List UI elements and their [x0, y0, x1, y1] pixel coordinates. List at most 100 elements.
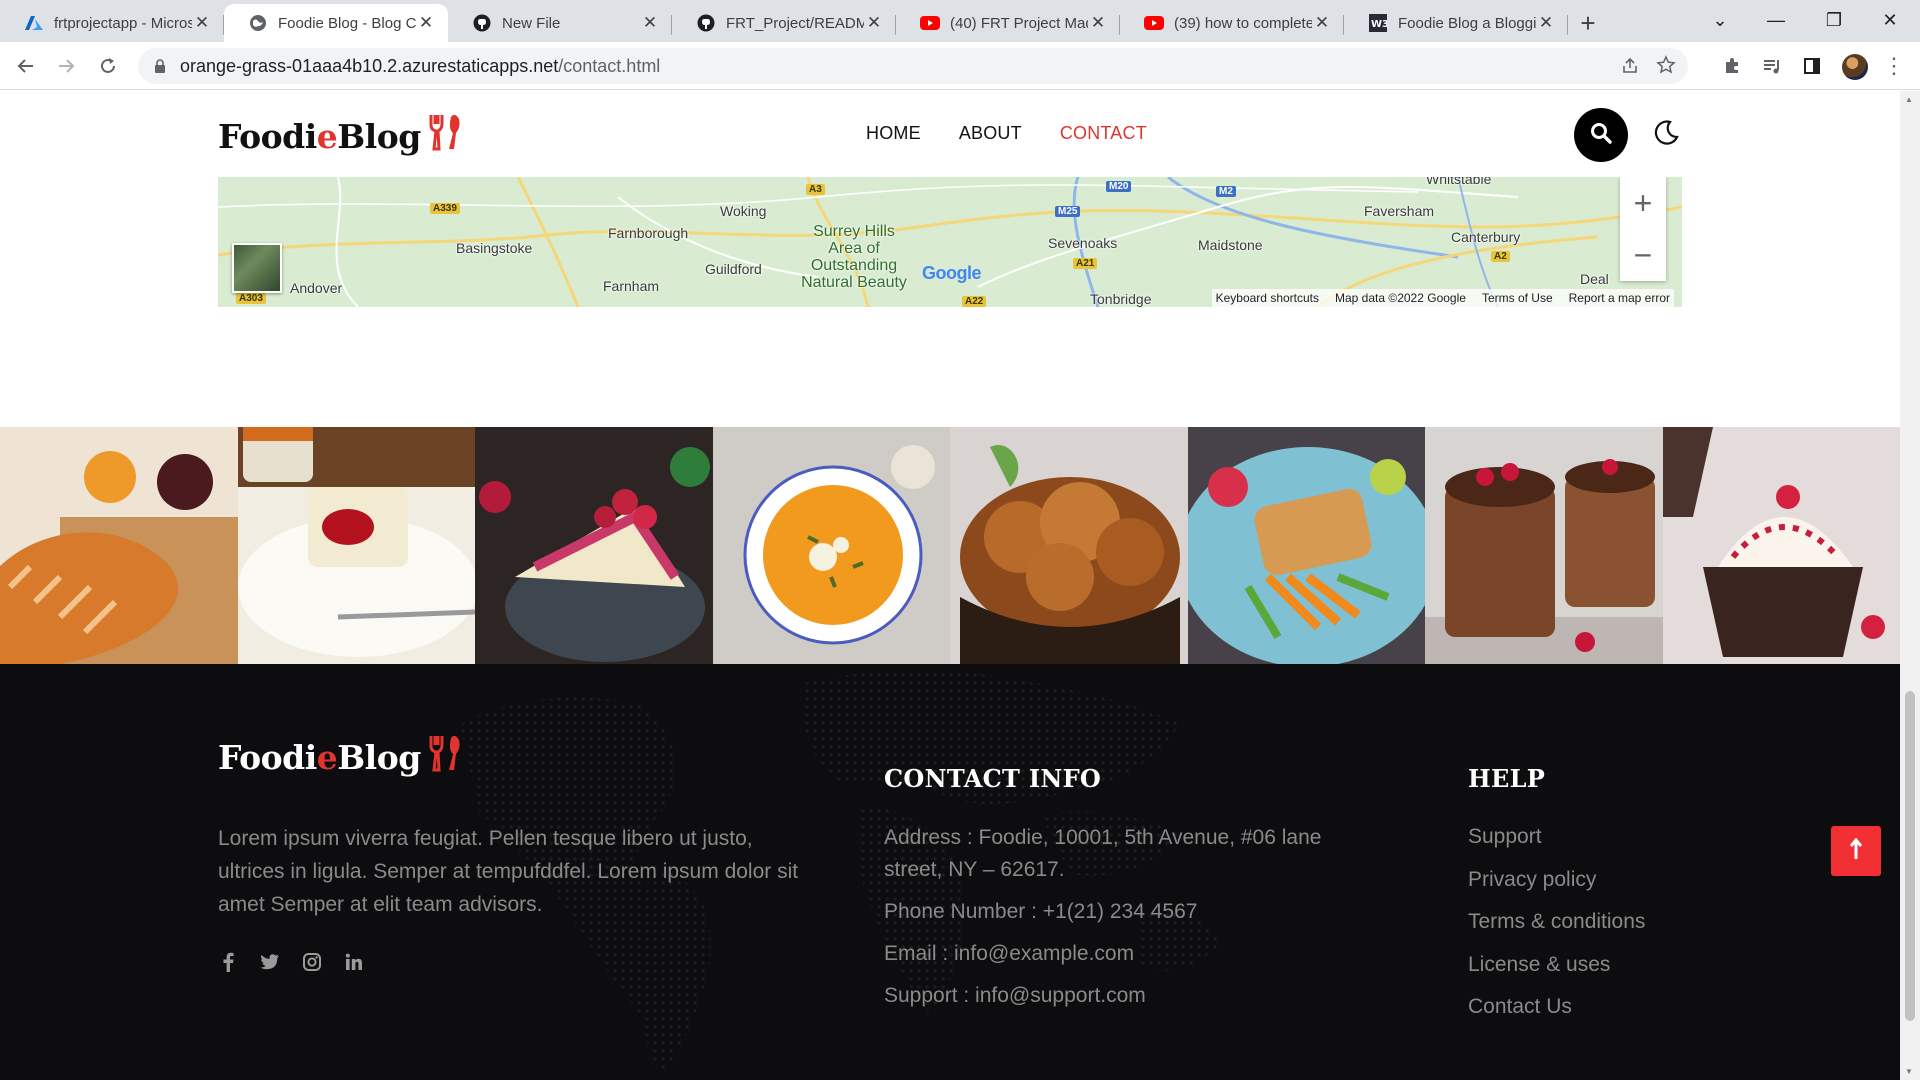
nav-contact[interactable]: CONTACT — [1060, 123, 1147, 144]
close-icon[interactable]: ✕ — [1312, 13, 1332, 33]
dark-mode-toggle[interactable] — [1646, 115, 1686, 155]
close-icon[interactable]: ✕ — [192, 13, 212, 33]
nav-about[interactable]: ABOUT — [959, 123, 1022, 144]
close-icon[interactable]: ✕ — [864, 13, 884, 33]
google-map[interactable]: Woking Farnborough Basingstoke Guildford… — [218, 177, 1682, 307]
moon-icon — [1652, 119, 1680, 152]
close-icon[interactable]: ✕ — [640, 13, 660, 33]
scrollbar-thumb[interactable] — [1905, 691, 1915, 1021]
map-label: Woking — [720, 203, 767, 219]
extensions-icon[interactable] — [1716, 50, 1748, 82]
github-icon — [696, 13, 716, 33]
svg-text:W3: W3 — [1371, 19, 1387, 30]
logo-accent-letter: e — [316, 116, 338, 156]
side-panel-icon[interactable] — [1796, 50, 1828, 82]
window-close-icon[interactable]: ✕ — [1862, 0, 1918, 40]
terms-of-use-link[interactable]: Terms of Use — [1482, 291, 1553, 305]
help-link-privacy-policy[interactable]: Privacy policy — [1468, 865, 1645, 908]
reload-icon[interactable] — [92, 50, 124, 82]
browser-tab[interactable]: W3 Foodie Blog a Blogging ✕ — [1344, 4, 1568, 42]
map-label: Basingstoke — [456, 240, 533, 256]
report-map-error-link[interactable]: Report a map error — [1569, 291, 1670, 305]
tab-title: (40) FRT Project Made — [950, 14, 1088, 32]
map-label: Guildford — [705, 261, 762, 277]
map-label: Deal — [1580, 271, 1609, 287]
instagram-icon[interactable] — [302, 952, 322, 972]
nav-home[interactable]: HOME — [866, 123, 921, 144]
close-icon[interactable]: ✕ — [1536, 13, 1556, 33]
map-label: Sevenoaks — [1048, 235, 1118, 251]
map-data-text: Map data ©2022 Google — [1335, 291, 1466, 305]
help-link-support[interactable]: Support — [1468, 822, 1645, 865]
site-logo[interactable]: Foodi e Blog — [218, 113, 463, 159]
facebook-icon[interactable] — [218, 952, 238, 972]
youtube-icon — [1144, 13, 1164, 33]
new-tab-button[interactable]: + — [1568, 4, 1608, 42]
map-label: Farnham — [603, 278, 660, 294]
logo-text-end: Blog — [337, 116, 421, 156]
map-area-line: Outstanding — [810, 257, 898, 274]
help-link-license[interactable]: License & uses — [1468, 950, 1645, 993]
footer-logo-accent-letter: e — [316, 737, 338, 777]
restore-icon[interactable]: ❐ — [1806, 0, 1862, 40]
zoom-in-button[interactable]: + — [1620, 177, 1666, 229]
gallery-image-pumpkin-soup[interactable] — [712, 427, 950, 664]
lock-icon — [154, 59, 166, 73]
youtube-icon — [920, 13, 940, 33]
help-link-contact-us[interactable]: Contact Us — [1468, 992, 1645, 1035]
scroll-down-arrow-icon[interactable]: ▼ — [1905, 1067, 1913, 1076]
tab-search-icon[interactable]: ⌄ — [1692, 0, 1748, 40]
browser-tab[interactable]: FRT_Project/README.md ✕ — [672, 4, 896, 42]
globe-icon — [248, 13, 268, 33]
close-icon[interactable]: ✕ — [416, 13, 436, 33]
map-area-line: Natural Beauty — [801, 274, 907, 291]
contact-support[interactable]: Support : info@support.com — [884, 980, 1364, 1012]
road-sign: M2 — [1216, 186, 1236, 197]
gallery-image-bread-and-jam[interactable] — [0, 427, 238, 664]
help-links: Support Privacy policy Terms & condition… — [1468, 822, 1645, 1035]
tab-title: (39) how to complete — [1174, 14, 1312, 32]
map-label: Whitstable — [1426, 177, 1492, 187]
twitter-icon[interactable] — [260, 952, 280, 972]
browser-tab[interactable]: (40) FRT Project Made ✕ — [896, 4, 1120, 42]
contact-email[interactable]: Email : info@example.com — [884, 938, 1364, 970]
gallery-image-chocolate-mousse[interactable] — [1425, 427, 1663, 664]
browser-tab[interactable]: frtprojectapp - Microsoft ✕ — [0, 4, 224, 42]
bookmark-star-icon[interactable] — [1656, 55, 1676, 80]
road-sign: A3 — [806, 184, 825, 195]
keyboard-shortcuts-link[interactable]: Keyboard shortcuts — [1216, 291, 1319, 305]
forward-arrow-icon[interactable] — [50, 50, 82, 82]
browser-tab[interactable]: (39) how to complete ✕ — [1120, 4, 1344, 42]
page-scrollbar[interactable]: ▲ ▼ — [1900, 91, 1920, 1080]
scroll-up-arrow-icon[interactable]: ▲ — [1905, 95, 1913, 104]
gallery-image-cupcake[interactable] — [1662, 427, 1900, 664]
help-link-terms[interactable]: Terms & conditions — [1468, 907, 1645, 950]
media-queue-icon[interactable] — [1756, 50, 1788, 82]
more-menu-icon[interactable]: ⋮ — [1878, 50, 1910, 82]
arrow-up-icon — [1848, 837, 1864, 866]
gallery-image-fried-chicken[interactable] — [950, 427, 1188, 664]
footer-logo[interactable]: Foodi e Blog — [218, 734, 463, 780]
browser-tab[interactable]: New File ✕ — [448, 4, 672, 42]
search-button[interactable] — [1574, 108, 1628, 162]
linkedin-icon[interactable] — [344, 952, 364, 972]
road-sign: M20 — [1106, 181, 1132, 192]
map-area-line: Area of — [828, 240, 880, 257]
close-icon[interactable]: ✕ — [1088, 13, 1108, 33]
satellite-view-toggle[interactable] — [232, 243, 282, 293]
back-to-top-button[interactable] — [1831, 826, 1881, 876]
zoom-out-button[interactable]: − — [1620, 229, 1666, 281]
browser-tab-active[interactable]: Foodie Blog - Blog Category ✕ — [224, 4, 448, 42]
map-label: Farnborough — [608, 225, 689, 241]
share-icon[interactable] — [1620, 56, 1640, 81]
fork-knife-icon — [427, 113, 463, 159]
google-logo: Google — [922, 263, 982, 284]
profile-avatar[interactable] — [1842, 54, 1868, 80]
gallery-image-raspberry-cake[interactable] — [475, 427, 713, 664]
gallery-image-grilled-fish[interactable] — [1187, 427, 1425, 664]
map-area-line: Surrey Hills — [813, 223, 895, 240]
minimize-icon[interactable]: — — [1748, 0, 1804, 40]
back-arrow-icon[interactable] — [10, 50, 42, 82]
gallery-image-panna-cotta[interactable] — [237, 427, 475, 664]
address-bar[interactable]: orange-grass-01aaa4b10.2.azurestaticapps… — [138, 48, 1688, 84]
